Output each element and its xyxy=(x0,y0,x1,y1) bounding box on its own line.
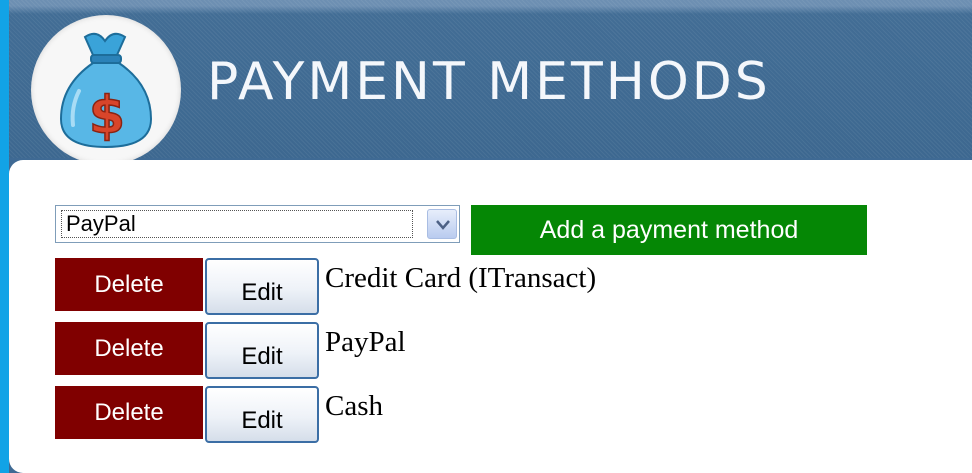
list-item: Delete Edit PayPal xyxy=(55,322,815,382)
list-item: Delete Edit Credit Card (ITransact) xyxy=(55,258,815,318)
select-value: PayPal xyxy=(61,210,413,238)
chevron-down-icon xyxy=(436,220,450,230)
delete-button[interactable]: Delete xyxy=(55,258,203,311)
page-header: $ PAYMENT METHODS xyxy=(9,0,972,165)
money-bag-icon: $ xyxy=(59,32,153,149)
list-item: Delete Edit Cash xyxy=(55,386,815,446)
page-title: PAYMENT METHODS xyxy=(207,52,771,112)
method-name: Credit Card (ITransact) xyxy=(325,262,597,294)
payment-method-select[interactable]: PayPal xyxy=(55,205,460,243)
add-payment-method-button[interactable]: Add a payment method xyxy=(471,205,867,255)
dropdown-button[interactable] xyxy=(427,209,457,239)
delete-button[interactable]: Delete xyxy=(55,322,203,375)
method-name: PayPal xyxy=(325,326,406,358)
edit-button[interactable]: Edit xyxy=(205,258,319,315)
edit-button[interactable]: Edit xyxy=(205,322,319,379)
logo: $ xyxy=(31,15,181,165)
method-name: Cash xyxy=(325,390,383,422)
edit-button[interactable]: Edit xyxy=(205,386,319,443)
payment-methods-panel: PayPal Add a payment method Delete Edit … xyxy=(9,160,972,473)
app-frame: $ PAYMENT METHODS PayPal Add a payment m… xyxy=(9,0,972,473)
delete-button[interactable]: Delete xyxy=(55,386,203,439)
svg-text:$: $ xyxy=(89,86,125,146)
